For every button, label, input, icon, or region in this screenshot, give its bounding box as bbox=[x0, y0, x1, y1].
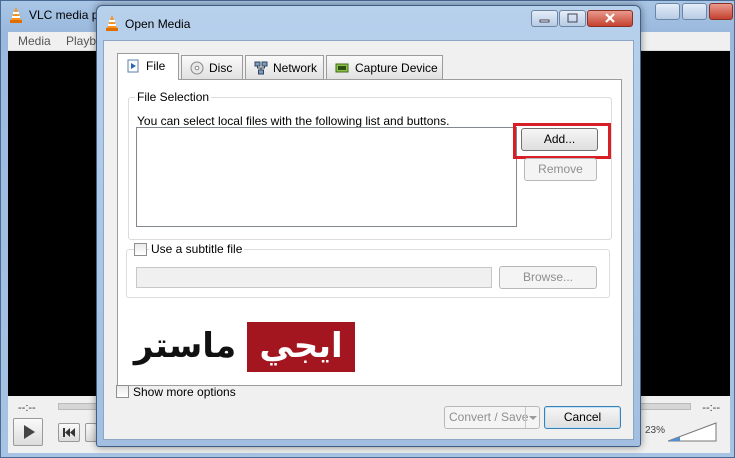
chevron-down-icon bbox=[529, 416, 537, 420]
file-list[interactable] bbox=[136, 127, 517, 227]
dialog-maximize-button[interactable] bbox=[559, 10, 586, 27]
dialog-close-button[interactable] bbox=[587, 10, 633, 27]
watermark-text-black: ماستر bbox=[133, 326, 237, 366]
show-more-options-checkbox[interactable] bbox=[116, 385, 129, 398]
subtitle-checkbox-label: Use a subtitle file bbox=[149, 242, 245, 256]
tab-file[interactable]: File bbox=[117, 53, 179, 80]
show-more-options-label: Show more options bbox=[133, 385, 236, 399]
volume-percent: 23% bbox=[645, 425, 666, 436]
maximize-icon bbox=[567, 13, 578, 23]
dialog-minimize-button[interactable] bbox=[531, 10, 558, 27]
watermark-text-white: ايجي bbox=[259, 326, 343, 366]
tab-label: Disc bbox=[209, 61, 233, 75]
total-time: --:-- bbox=[702, 402, 720, 414]
menu-media[interactable]: Media bbox=[18, 34, 51, 48]
tab-label: Capture Device bbox=[355, 61, 438, 75]
add-button-highlight bbox=[513, 123, 611, 159]
vlc-window-title: VLC media p bbox=[29, 8, 99, 22]
capture-device-icon bbox=[335, 63, 349, 73]
seek-bar[interactable] bbox=[58, 403, 98, 410]
subtitle-checkbox[interactable] bbox=[134, 243, 147, 256]
dialog-title: Open Media bbox=[125, 17, 191, 31]
vlc-cone-icon bbox=[106, 15, 118, 31]
open-media-dialog: Open Media File Disc Network Capture Dev… bbox=[96, 5, 641, 447]
close-icon bbox=[605, 13, 615, 23]
file-selection-label: File Selection bbox=[135, 90, 212, 104]
file-selection-description: You can select local files with the foll… bbox=[137, 114, 450, 128]
play-button[interactable] bbox=[13, 418, 43, 446]
remove-button[interactable]: Remove bbox=[524, 158, 597, 181]
seek-bar-end[interactable] bbox=[636, 403, 691, 410]
convert-save-label: Convert / Save bbox=[449, 410, 529, 424]
vlc-minimize-button[interactable] bbox=[655, 3, 680, 20]
vlc-cone-icon bbox=[10, 7, 22, 23]
network-icon bbox=[254, 61, 268, 75]
tab-network[interactable]: Network bbox=[245, 55, 324, 79]
disc-icon bbox=[190, 61, 204, 75]
vlc-maximize-button[interactable] bbox=[682, 3, 707, 20]
play-icon bbox=[24, 425, 35, 439]
convert-save-button[interactable]: Convert / Save bbox=[444, 406, 540, 429]
menu-playback[interactable]: Playb bbox=[66, 34, 96, 48]
browse-button[interactable]: Browse... bbox=[499, 266, 597, 289]
convert-save-dropdown[interactable] bbox=[525, 407, 539, 428]
dialog-body: File Disc Network Capture Device File Se… bbox=[103, 40, 634, 440]
file-icon bbox=[127, 59, 139, 73]
minimize-icon bbox=[539, 19, 550, 23]
tab-label: Network bbox=[273, 61, 318, 75]
vlc-close-button[interactable] bbox=[709, 3, 733, 20]
volume-slider[interactable] bbox=[668, 422, 718, 442]
tab-capture-device[interactable]: Capture Device bbox=[326, 55, 443, 79]
cancel-button[interactable]: Cancel bbox=[544, 406, 621, 429]
previous-button[interactable] bbox=[58, 423, 80, 442]
previous-icon bbox=[63, 428, 75, 437]
elapsed-time: --:-- bbox=[18, 402, 36, 414]
tab-disc[interactable]: Disc bbox=[181, 55, 243, 79]
subtitle-file-input[interactable] bbox=[136, 267, 492, 288]
tab-label: File bbox=[146, 59, 166, 73]
